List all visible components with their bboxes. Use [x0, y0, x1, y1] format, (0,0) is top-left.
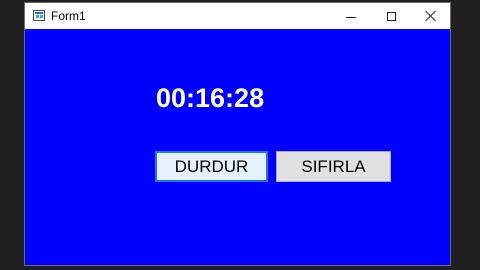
form-app-icon [33, 10, 45, 21]
close-icon [425, 10, 437, 22]
minimize-icon [346, 16, 356, 18]
maximize-icon [386, 11, 396, 21]
title-bar[interactable]: Form1 [25, 3, 450, 29]
form-client-area: 00:16:28 DURDUR SIFIRLA [25, 29, 450, 265]
timer-label: 00:16:28 [156, 83, 265, 113]
maximize-button[interactable] [371, 3, 411, 29]
window-title: Form1 [51, 9, 86, 23]
close-button[interactable] [411, 3, 451, 29]
reset-button[interactable]: SIFIRLA [276, 151, 391, 182]
minimize-button[interactable] [331, 3, 371, 29]
stop-button[interactable]: DURDUR [155, 151, 268, 182]
form-window: Form1 00:16:28 DURDUR SIFIRLA [24, 2, 451, 266]
